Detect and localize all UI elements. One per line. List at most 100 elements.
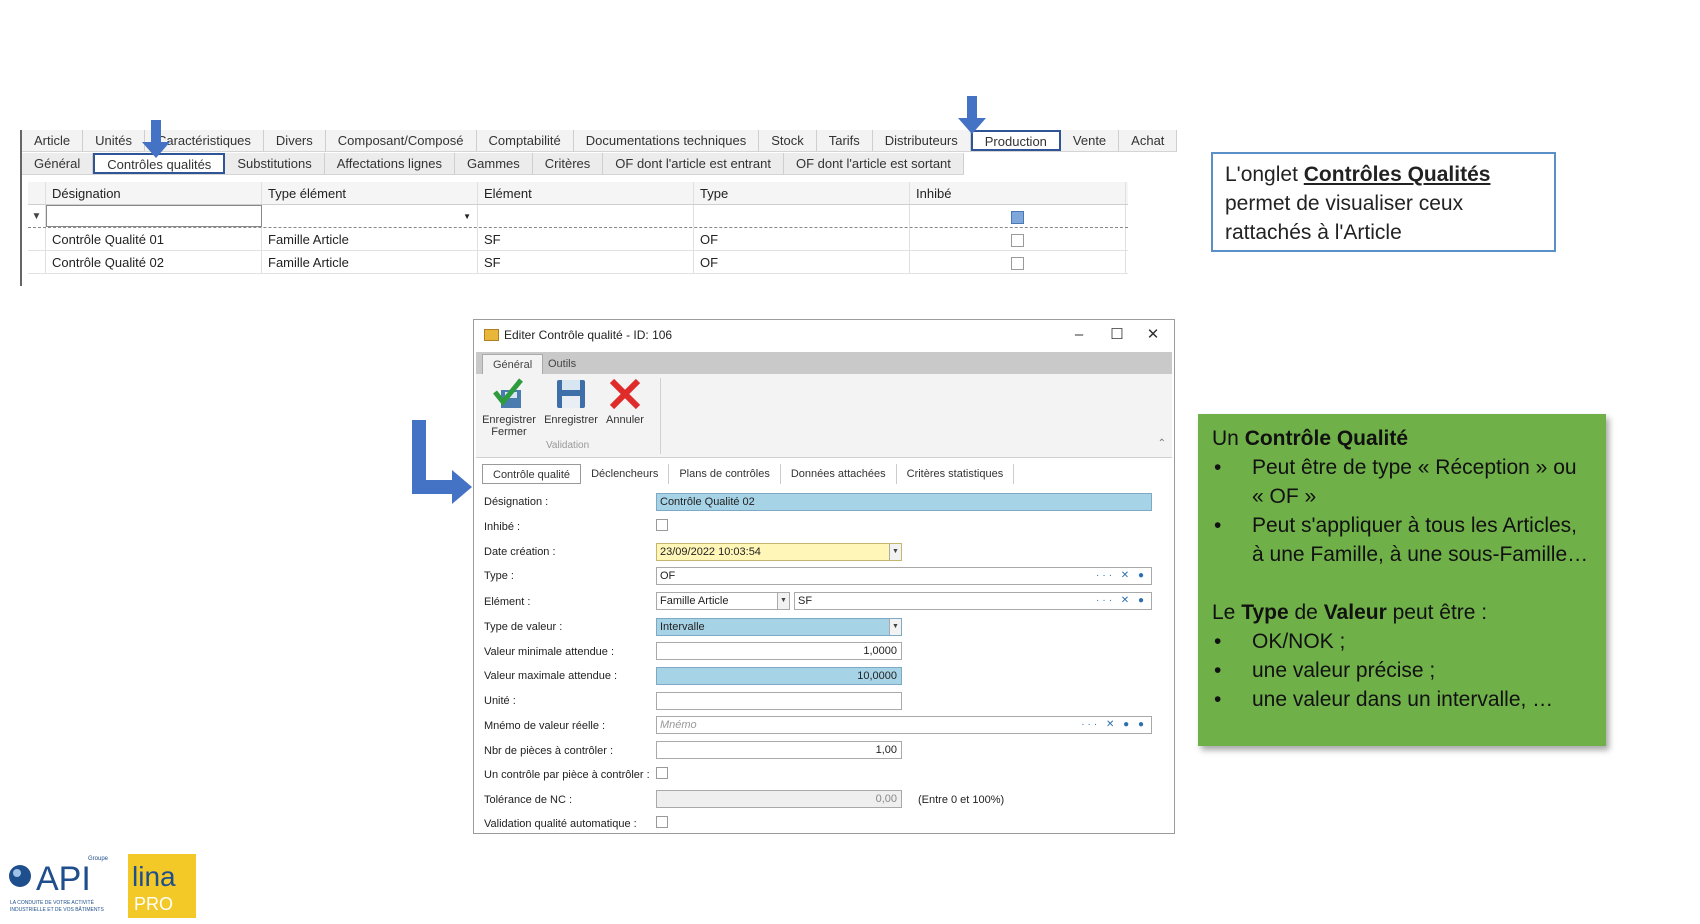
unite-field[interactable]	[656, 692, 902, 710]
filter-type[interactable]	[694, 205, 910, 227]
table-row[interactable]: Contrôle Qualité 01 Famille Article SF O…	[28, 228, 1128, 251]
cancel-label: Annuler	[606, 414, 644, 426]
tab-declencheurs[interactable]: Déclencheurs	[581, 464, 670, 484]
tab-substitutions[interactable]: Substitutions	[225, 153, 325, 174]
cancel-button[interactable]: Annuler	[594, 376, 656, 426]
lookup-actions-icon[interactable]: ··· ✕ ●	[1096, 593, 1147, 609]
filter-inhibe[interactable]	[910, 205, 1126, 227]
tab-general[interactable]: Général	[22, 153, 94, 174]
un-controle-label: Un contrôle par pièce à contrôler :	[484, 769, 650, 781]
tab-documentations-techniques[interactable]: Documentations techniques	[574, 130, 760, 151]
dialog-title-bar[interactable]: Editer Contrôle qualité - ID: 106 – ☐ ✕	[474, 320, 1174, 350]
ribbon-tab-general[interactable]: Général	[482, 354, 544, 374]
table-row[interactable]: Contrôle Qualité 02 Famille Article SF O…	[28, 251, 1128, 274]
svg-text:PRO: PRO	[134, 894, 173, 914]
chevron-down-icon[interactable]: ▼	[889, 544, 901, 560]
filter-inhibe-checkbox[interactable]	[1011, 211, 1024, 225]
valeur-max-field[interactable]: 10,0000	[656, 667, 902, 685]
element-field[interactable]: SF ··· ✕ ●	[794, 592, 1152, 610]
list-item: une valeur précise ;	[1212, 656, 1592, 685]
lookup-actions-icon[interactable]: ··· ✕ ● ●	[1081, 717, 1147, 733]
cell-type: OF	[694, 251, 910, 273]
list-item: Peut être de type « Réception » ou « OF …	[1212, 453, 1592, 511]
column-header-type[interactable]: Type	[694, 182, 910, 204]
validation-auto-checkbox[interactable]	[656, 816, 668, 828]
type-label: Type :	[484, 570, 514, 582]
filter-type-element[interactable]: ▼	[262, 205, 478, 227]
tab-comptabilite[interactable]: Comptabilité	[477, 130, 574, 151]
tab-gammes[interactable]: Gammes	[455, 153, 533, 174]
collapse-ribbon-icon[interactable]: ⌃	[1158, 438, 1166, 449]
article-main-tabs: Article Unités Caractéristiques Divers C…	[22, 130, 1178, 152]
cell-designation: Contrôle Qualité 01	[46, 228, 262, 250]
mnemo-field[interactable]: Mnémo ··· ✕ ● ●	[656, 716, 1152, 734]
arrow-down-icon	[958, 96, 986, 134]
minimize-button[interactable]: –	[1064, 324, 1094, 346]
element-type-value: Famille Article	[660, 595, 729, 607]
ribbon: Enregistrer Fermer Enregistrer Annuler V…	[476, 374, 1172, 458]
tab-donnees-attachees[interactable]: Données attachées	[781, 464, 897, 484]
valeur-min-field[interactable]: 1,0000	[656, 642, 902, 660]
tab-plans-de-controles[interactable]: Plans de contrôles	[669, 464, 781, 484]
date-creation-label: Date création :	[484, 546, 556, 558]
save-button[interactable]: Enregistrer	[540, 376, 602, 426]
grid-filter-row: ▼ ▼	[28, 205, 1128, 228]
tab-tarifs[interactable]: Tarifs	[817, 130, 873, 151]
nbr-pieces-label: Nbr de pièces à contrôler :	[484, 745, 614, 757]
maximize-button[interactable]: ☐	[1102, 324, 1132, 346]
tab-article[interactable]: Article	[22, 130, 84, 151]
element-type-select[interactable]: Famille Article ▼	[656, 592, 790, 610]
date-creation-field[interactable]: 23/09/2022 10:03:54 ▼	[656, 543, 902, 561]
column-header-type-element[interactable]: Type élément	[262, 182, 478, 204]
inhibe-checkbox[interactable]	[1011, 257, 1024, 271]
tab-of-entrant[interactable]: OF dont l'article est entrant	[603, 153, 784, 174]
ribbon-tab-outils[interactable]: Outils	[538, 354, 586, 374]
save-close-icon	[478, 376, 540, 412]
cell-inhibe	[910, 251, 1126, 273]
l-arrow-icon	[412, 420, 472, 504]
api-logo: API Groupe LA CONDUITE DE VOTRE ACTIVITÉ…	[6, 854, 116, 918]
tolerance-field[interactable]: 0,00	[656, 790, 902, 808]
chevron-down-icon[interactable]: ▼	[777, 593, 789, 609]
chevron-down-icon: ▼	[463, 212, 471, 221]
type-valeur-label: Type de valeur :	[484, 621, 563, 633]
nbr-pieces-field[interactable]: 1,00	[656, 741, 902, 759]
column-header-element[interactable]: Elément	[478, 182, 694, 204]
tab-criteres-statistiques[interactable]: Critères statistiques	[897, 464, 1015, 484]
folder-icon	[484, 329, 499, 341]
tab-criteres[interactable]: Critères	[533, 153, 604, 174]
filter-element[interactable]	[478, 205, 694, 227]
tolerance-hint: (Entre 0 et 100%)	[918, 794, 1005, 806]
column-header-inhibe[interactable]: Inhibé	[910, 182, 1126, 204]
un-controle-checkbox[interactable]	[656, 767, 668, 779]
inhibe-label: Inhibé :	[484, 521, 521, 533]
inhibe-checkbox[interactable]	[1011, 234, 1024, 248]
tab-affectations-lignes[interactable]: Affectations lignes	[325, 153, 456, 174]
tab-of-sortant[interactable]: OF dont l'article est sortant	[784, 153, 964, 174]
svg-text:INDUSTRIELLE ET DE VOS BÂTIMEN: INDUSTRIELLE ET DE VOS BÂTIMENTS	[10, 906, 104, 913]
save-close-button[interactable]: Enregistrer Fermer	[478, 376, 540, 438]
close-button[interactable]: ✕	[1138, 324, 1168, 346]
tab-distributeurs[interactable]: Distributeurs	[873, 130, 971, 151]
filter-designation[interactable]	[46, 205, 262, 227]
save-icon	[540, 376, 602, 412]
lookup-actions-icon[interactable]: ··· ✕ ●	[1096, 568, 1147, 584]
tab-composant-compose[interactable]: Composant/Composé	[326, 130, 477, 151]
tab-stock[interactable]: Stock	[759, 130, 817, 151]
unite-label: Unité :	[484, 695, 516, 707]
tab-unites[interactable]: Unités	[83, 130, 145, 151]
inhibe-checkbox[interactable]	[656, 519, 668, 531]
type-valeur-select[interactable]: Intervalle ▼	[656, 618, 902, 636]
designation-field[interactable]: Contrôle Qualité 02	[656, 493, 1152, 511]
tab-vente[interactable]: Vente	[1061, 130, 1120, 151]
tab-controle-qualite[interactable]: Contrôle qualité	[482, 464, 582, 484]
designation-label: Désignation :	[484, 496, 549, 508]
chevron-down-icon[interactable]: ▼	[889, 619, 901, 635]
tab-achat[interactable]: Achat	[1119, 130, 1178, 151]
svg-text:Groupe: Groupe	[88, 856, 109, 862]
type-field[interactable]: OF ··· ✕ ●	[656, 567, 1152, 585]
tab-divers[interactable]: Divers	[264, 130, 326, 151]
column-header-designation[interactable]: Désignation	[46, 182, 262, 204]
dialog-sub-tabs: Contrôle qualité Déclencheurs Plans de c…	[482, 464, 1015, 484]
save-label: Enregistrer	[544, 414, 598, 426]
